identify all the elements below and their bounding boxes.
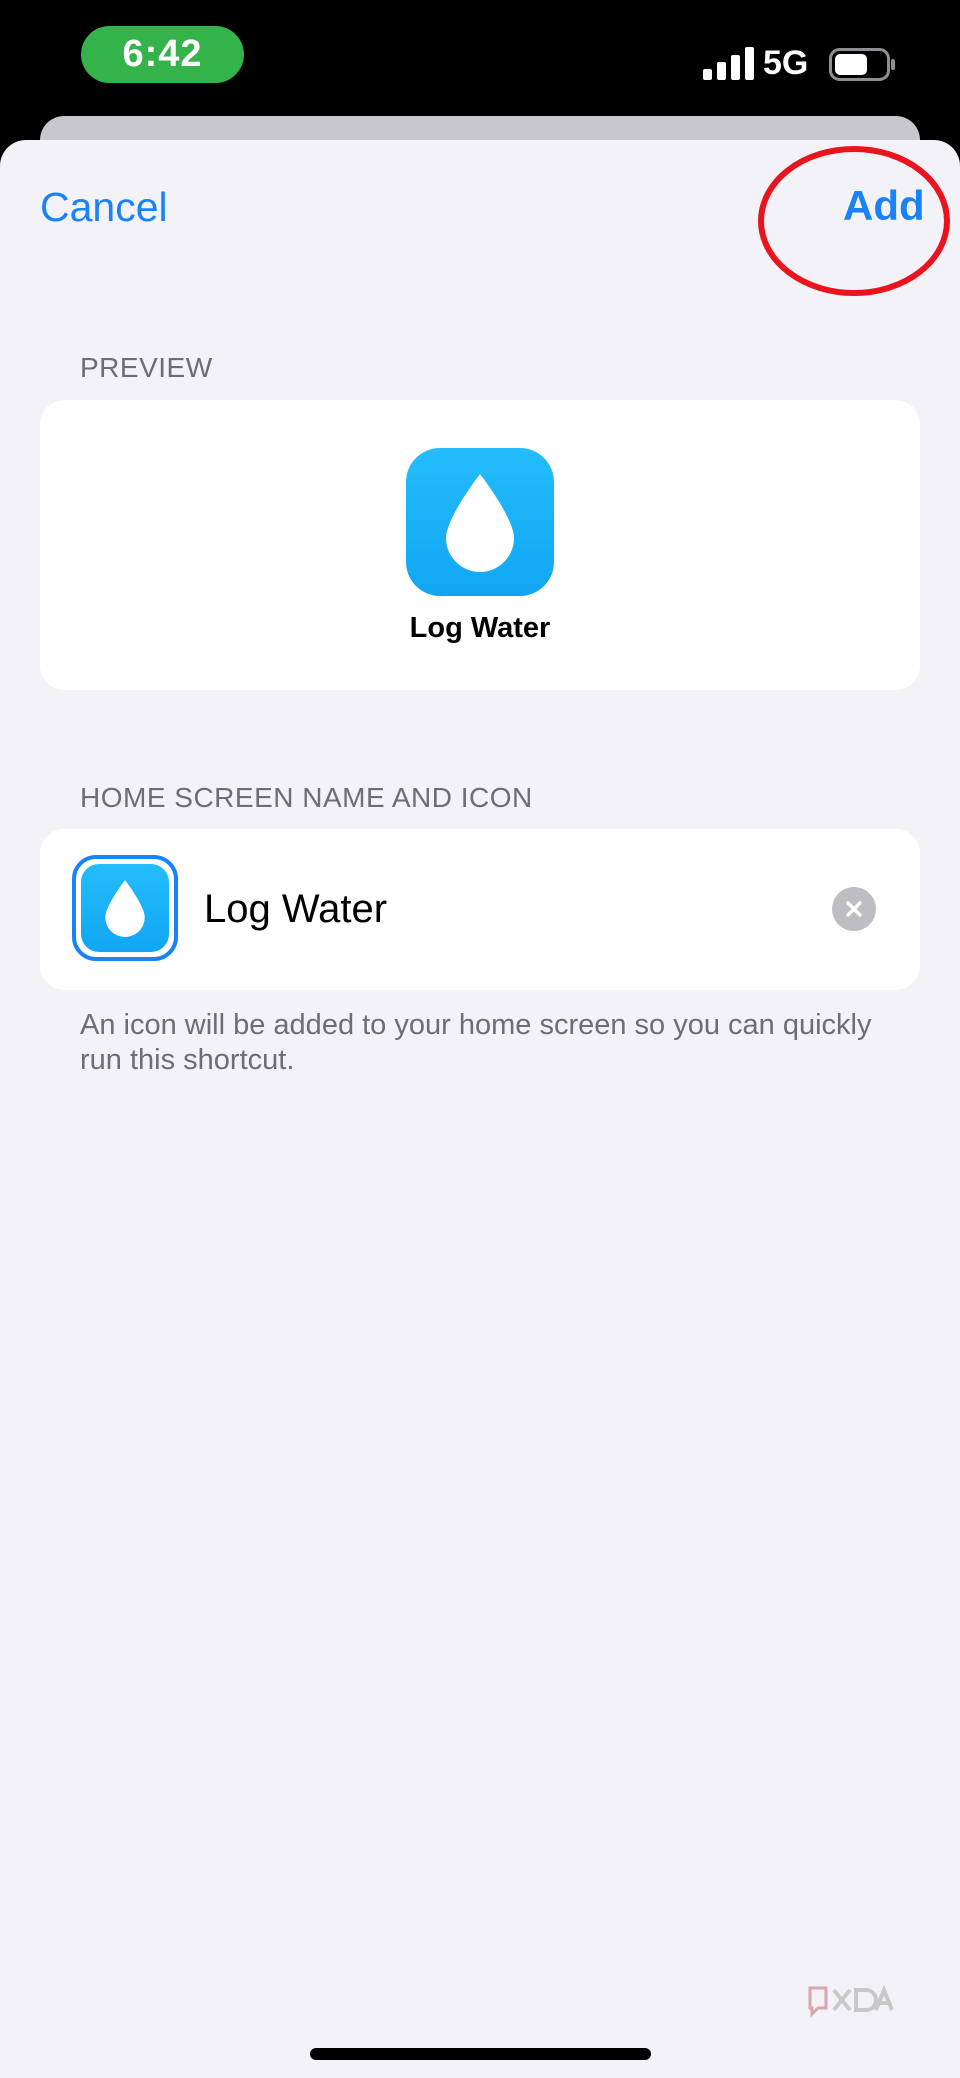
- add-to-home-sheet: Cancel Add PREVIEW Log Water HOME SCREEN…: [0, 140, 960, 2078]
- home-indicator[interactable]: [310, 2048, 651, 2060]
- clear-text-button[interactable]: [832, 887, 876, 931]
- shortcut-name-input[interactable]: [204, 881, 824, 937]
- water-drop-icon: [446, 474, 514, 572]
- clear-x-icon: [846, 901, 862, 917]
- preview-app-label: Log Water: [409, 612, 551, 644]
- battery-icon: [829, 48, 895, 81]
- xda-logo: [808, 1984, 894, 2018]
- add-button[interactable]: Add: [843, 182, 925, 230]
- preview-app-icon: [406, 448, 554, 596]
- preview-header: PREVIEW: [80, 352, 213, 383]
- home-screen-header: HOME SCREEN NAME AND ICON: [80, 782, 533, 813]
- footer-note: An icon will be added to your home scree…: [80, 1009, 872, 1076]
- status-time[interactable]: 6:42: [81, 26, 244, 83]
- network-type: 5G: [763, 44, 809, 82]
- water-drop-icon: [105, 880, 145, 937]
- preview-card: Log Water: [40, 400, 920, 690]
- signal-bars-icon: [703, 47, 754, 80]
- icon-picker-button[interactable]: [72, 855, 178, 961]
- icon-picker-thumbnail: [81, 864, 169, 952]
- name-and-icon-card: [40, 829, 920, 990]
- cancel-button[interactable]: Cancel: [40, 184, 168, 231]
